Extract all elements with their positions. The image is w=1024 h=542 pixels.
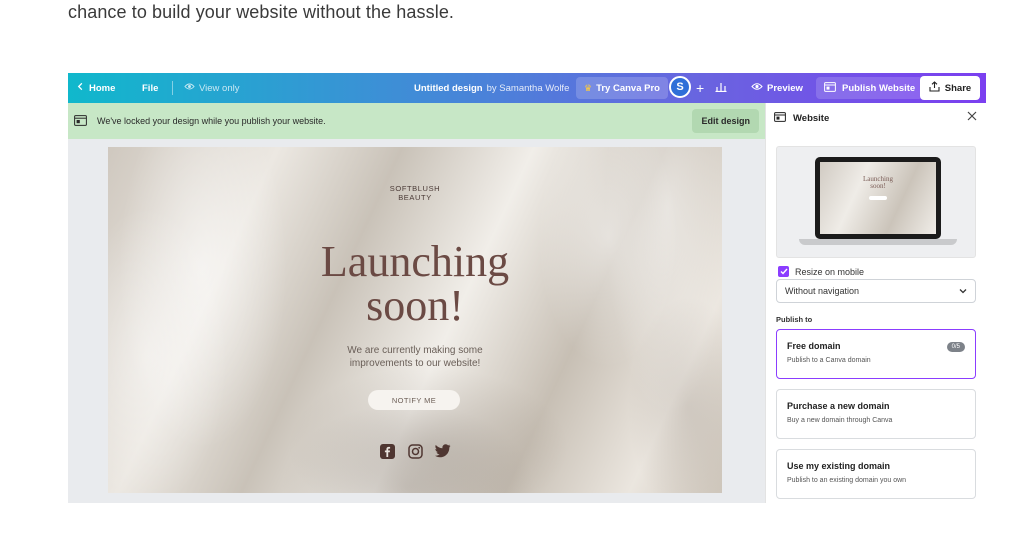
website-icon: [774, 111, 786, 125]
preview-headline-2: soon!: [870, 182, 886, 190]
toolbar-divider: [172, 81, 173, 95]
locked-banner: We've locked your design while you publi…: [68, 103, 765, 139]
website-publish-panel: Website Launching soon! Resize on mobile: [765, 103, 986, 503]
subtext-line-1: We are currently making some: [347, 345, 483, 356]
avatar[interactable]: S: [669, 76, 691, 98]
twitter-icon[interactable]: [435, 443, 451, 459]
existing-domain-option[interactable]: Use my existing domain Publish to an exi…: [776, 449, 976, 499]
instagram-icon[interactable]: [407, 443, 423, 459]
option-description: Publish to an existing domain you own: [787, 477, 907, 484]
bar-chart-icon: [715, 81, 727, 95]
headline-line-2: soon!: [366, 281, 464, 330]
eye-icon: [184, 82, 195, 94]
option-title: Use my existing domain: [787, 461, 891, 471]
top-toolbar: Home File View only Untitled design by S…: [68, 73, 986, 103]
subtext: We are currently making some improvement…: [108, 344, 722, 370]
design-owner-text: by Samantha Wolfe: [486, 82, 570, 94]
try-canva-pro-button[interactable]: ♛ Try Canva Pro: [576, 77, 668, 99]
preview-button[interactable]: Preview: [751, 73, 803, 103]
brand-line-2: BEAUTY: [398, 193, 432, 202]
publish-website-button[interactable]: Publish Website: [816, 77, 924, 99]
banner-text: We've locked your design while you publi…: [97, 116, 326, 126]
publish-label: Publish Website: [842, 82, 916, 94]
resize-on-mobile-toggle[interactable]: Resize on mobile: [778, 266, 864, 277]
headline-line-1: Launching: [320, 237, 510, 286]
facebook-icon[interactable]: [379, 443, 395, 459]
preview-thumbnail: Launching soon!: [820, 162, 936, 234]
add-collaborator-button[interactable]: +: [696, 73, 704, 103]
preview-label: Preview: [767, 82, 803, 94]
share-button[interactable]: Share: [920, 76, 980, 100]
website-icon: [824, 81, 836, 95]
close-icon[interactable]: [967, 111, 977, 124]
notify-me-button[interactable]: NOTIFY ME: [368, 390, 460, 410]
design-title[interactable]: Untitled design by Samantha Wolfe: [414, 73, 569, 103]
preview-button: [869, 196, 887, 200]
domain-count-badge: 0/5: [946, 342, 965, 352]
upload-icon: [929, 81, 940, 95]
device-preview: Launching soon!: [776, 146, 976, 258]
social-icons: [108, 443, 722, 459]
chevron-left-icon: [76, 82, 85, 94]
launching-headline: Launching soon!: [108, 240, 722, 328]
option-description: Publish to a Canva domain: [787, 357, 871, 364]
design-title-text: Untitled design: [414, 82, 483, 94]
canva-app-window: Home File View only Untitled design by S…: [68, 73, 986, 503]
fabric-shadow: [288, 367, 568, 493]
navigation-select[interactable]: Without navigation: [776, 279, 976, 303]
file-menu[interactable]: File: [142, 73, 158, 103]
brand-logo: SOFTBLUSH BEAUTY: [108, 184, 722, 202]
option-description: Buy a new domain through Canva: [787, 417, 893, 424]
free-domain-option[interactable]: Free domain Publish to a Canva domain 0/…: [776, 329, 976, 379]
view-only-label: View only: [199, 82, 240, 94]
laptop-screen: Launching soon!: [815, 157, 941, 239]
eye-icon: [751, 82, 763, 94]
crown-icon: ♛: [584, 82, 593, 93]
edit-design-button[interactable]: Edit design: [692, 109, 759, 133]
home-button[interactable]: Home: [76, 73, 115, 103]
navigation-select-value: Without navigation: [785, 286, 860, 296]
intro-text: chance to build your website without the…: [68, 2, 455, 22]
share-label: Share: [944, 82, 972, 94]
try-pro-label: Try Canva Pro: [596, 82, 660, 94]
purchase-domain-option[interactable]: Purchase a new domain Buy a new domain t…: [776, 389, 976, 439]
laptop-base: [799, 239, 957, 245]
publish-to-label: Publish to: [776, 315, 813, 324]
panel-header: Website: [774, 103, 979, 133]
chevron-down-icon: [959, 286, 967, 296]
brand-line-1: SOFTBLUSH: [389, 184, 441, 193]
checkbox-checked-icon[interactable]: [778, 266, 789, 277]
home-label: Home: [89, 82, 116, 94]
view-only-indicator[interactable]: View only: [184, 73, 240, 103]
subtext-line-2: improvements to our website!: [349, 358, 481, 369]
resize-label: Resize on mobile: [795, 266, 865, 277]
option-title: Free domain: [787, 341, 841, 351]
website-icon: [74, 114, 87, 128]
panel-title: Website: [793, 112, 830, 124]
design-canvas[interactable]: SOFTBLUSH BEAUTY Launching soon! We are …: [108, 147, 722, 493]
plus-icon: +: [696, 80, 705, 96]
insights-button[interactable]: [715, 73, 727, 103]
option-title: Purchase a new domain: [787, 401, 890, 411]
